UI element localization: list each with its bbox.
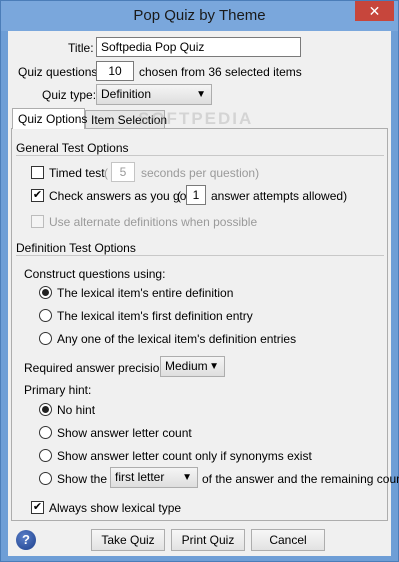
dialog-body: Title: Softpedia Pop Quiz Quiz questions… xyxy=(8,31,399,556)
check-paren: ( xyxy=(177,189,181,203)
hint-radio-none[interactable] xyxy=(39,403,52,416)
timed-suffix: seconds per question) xyxy=(141,166,260,180)
chevron-down-icon: ▼ xyxy=(209,361,219,372)
quiz-questions-label: Quiz questions: xyxy=(18,65,101,79)
timed-test-checkbox[interactable] xyxy=(31,166,44,179)
hint-option-none: No hint xyxy=(57,403,96,417)
hint-option-letter-count: Show answer letter count xyxy=(57,426,192,440)
check-suffix: answer attempts allowed) xyxy=(211,189,348,203)
quiz-questions-input[interactable]: 10 xyxy=(96,61,134,81)
title-input[interactable]: Softpedia Pop Quiz xyxy=(96,37,301,57)
checkmark-icon: ✔ xyxy=(32,189,43,201)
checkmark-icon: ✔ xyxy=(32,501,43,513)
cancel-button[interactable]: Cancel xyxy=(251,529,325,551)
timed-test-label: Timed test xyxy=(49,166,105,180)
show-letters-value: first letter xyxy=(115,470,165,484)
construct-option-entire: The lexical item's entire definition xyxy=(57,286,234,300)
hint-show-suffix: of the answer and the remaining count xyxy=(202,472,399,486)
check-answers-checkbox[interactable]: ✔ xyxy=(31,189,44,202)
title-label: Title: xyxy=(68,41,94,55)
definition-options-heading: Definition Test Options xyxy=(16,241,136,255)
show-letters-select[interactable]: first letter ▼ xyxy=(110,467,198,488)
quiz-options-panel: General Test Options Timed test ( 5 seco… xyxy=(11,128,399,521)
hint-radio-show-letters[interactable] xyxy=(39,472,52,485)
hint-show-prefix: Show the xyxy=(57,472,108,486)
alternate-definitions-label: Use alternate definitions when possible xyxy=(49,215,258,229)
precision-select[interactable]: Medium ▼ xyxy=(160,356,225,377)
timed-paren: ( xyxy=(104,166,108,180)
lexical-type-label: Always show lexical type xyxy=(49,501,182,515)
print-quiz-button[interactable]: Print Quiz xyxy=(171,529,245,551)
close-button[interactable]: ✕ xyxy=(355,1,394,21)
section-divider xyxy=(16,155,384,156)
precision-value: Medium xyxy=(165,359,208,373)
quiz-type-label: Quiz type: xyxy=(42,88,97,102)
chevron-down-icon: ▼ xyxy=(182,472,192,483)
quiz-questions-suffix: chosen from 36 selected items xyxy=(139,65,302,79)
window-title: Pop Quiz by Theme xyxy=(133,7,266,24)
answer-attempts-input[interactable]: 1 xyxy=(186,185,206,205)
quiz-type-value: Definition xyxy=(101,87,152,101)
construct-label: Construct questions using: xyxy=(24,267,166,281)
hint-radio-letter-count[interactable] xyxy=(39,426,52,439)
timed-seconds-input[interactable]: 5 xyxy=(111,162,135,182)
general-options-heading: General Test Options xyxy=(16,141,129,155)
hint-radio-synonyms[interactable] xyxy=(39,449,52,462)
watermark: SOFTPEDIA xyxy=(138,109,254,128)
construct-option-any: Any one of the lexical item's definition… xyxy=(57,332,297,346)
quiz-window: Pop Quiz by Theme ✕ Title: Softpedia Pop… xyxy=(0,0,399,562)
quiz-type-select[interactable]: Definition ▼ xyxy=(96,84,212,105)
chevron-down-icon: ▼ xyxy=(196,89,206,100)
construct-option-first: The lexical item's first definition entr… xyxy=(57,309,253,323)
tab-quiz-options[interactable]: Quiz Options xyxy=(12,108,87,129)
construct-radio-any[interactable] xyxy=(39,332,52,345)
take-quiz-button[interactable]: Take Quiz xyxy=(91,529,165,551)
check-answers-label: Check answers as you go xyxy=(49,189,187,203)
alternate-definitions-checkbox[interactable] xyxy=(31,215,44,228)
primary-hint-label: Primary hint: xyxy=(24,383,92,397)
help-icon[interactable]: ? xyxy=(16,530,36,550)
lexical-type-checkbox[interactable]: ✔ xyxy=(31,501,44,514)
construct-radio-entire[interactable] xyxy=(39,286,52,299)
hint-option-synonyms: Show answer letter count only if synonym… xyxy=(57,449,312,463)
title-bar[interactable]: Pop Quiz by Theme ✕ xyxy=(1,1,398,31)
precision-label: Required answer precision: xyxy=(24,361,170,375)
construct-radio-first[interactable] xyxy=(39,309,52,322)
section-divider xyxy=(16,255,384,256)
